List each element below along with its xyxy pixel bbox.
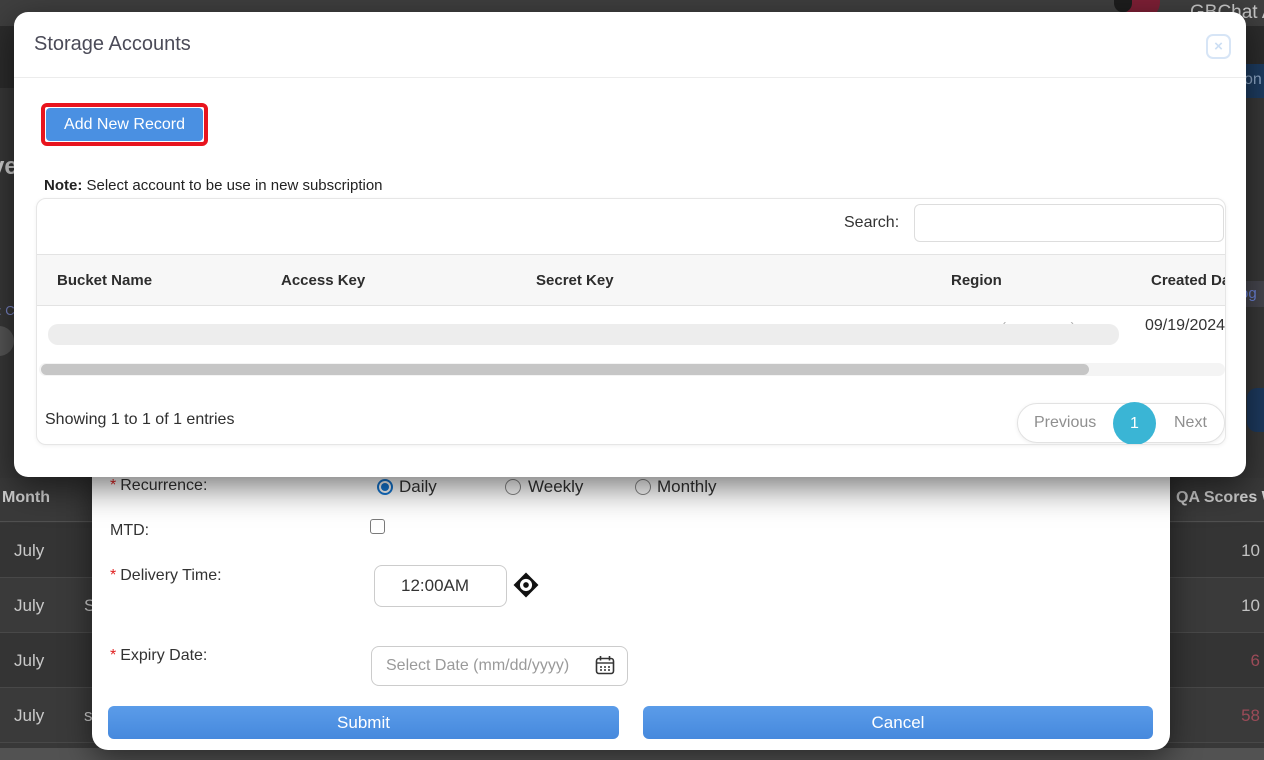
entries-info: Showing 1 to 1 of 1 entries [45, 411, 234, 429]
background-button-edge[interactable] [1247, 388, 1264, 432]
horizontal-scrollbar-thumb[interactable] [41, 364, 1089, 375]
calendar-icon[interactable] [595, 655, 615, 675]
column-header-month: Month [2, 489, 50, 507]
column-header-bucket-name: Bucket Name [57, 272, 152, 289]
created-date-cell: 09/19/2024 [1145, 317, 1226, 335]
month-cell: July [14, 541, 44, 561]
required-marker: * [110, 567, 116, 584]
background-text-fragment: : C [0, 303, 15, 318]
expiry-date-label: *Expiry Date: [110, 647, 207, 665]
search-label: Search: [844, 214, 899, 232]
submit-button[interactable]: Submit [108, 706, 619, 739]
radio-weekly[interactable] [505, 479, 521, 495]
note-text: Note: Select account to be use in new su… [44, 177, 383, 194]
next-page-button[interactable]: Next [1174, 414, 1207, 432]
note-label: Note: [44, 177, 82, 194]
expiry-date-input[interactable] [371, 646, 628, 686]
time-picker-icon[interactable] [513, 572, 539, 598]
previous-page-button[interactable]: Previous [1034, 414, 1096, 432]
current-page-button[interactable]: 1 [1113, 402, 1156, 445]
radio-weekly-label[interactable]: Weekly [528, 477, 583, 497]
subscription-form-modal: *Recurrence: Daily Weekly Monthly MTD: *… [92, 458, 1170, 750]
accounts-table-header: Bucket Name Access Key Secret Key Region… [37, 254, 1226, 306]
qa-value-cell: 10 [1190, 541, 1260, 561]
month-cell: July [14, 651, 44, 671]
account-row[interactable]: ( g ) 09/19/2024 [37, 306, 1226, 362]
mtd-checkbox[interactable] [370, 519, 385, 534]
radio-monthly[interactable] [635, 479, 651, 495]
qa-value-cell: 58 [1190, 706, 1260, 726]
required-marker: * [110, 647, 116, 664]
column-header-access-key: Access Key [281, 272, 365, 289]
mtd-label: MTD: [110, 522, 149, 540]
cancel-button[interactable]: Cancel [643, 706, 1153, 739]
close-icon[interactable]: × [1206, 34, 1231, 59]
month-cell: July [14, 706, 44, 726]
search-input[interactable] [914, 204, 1224, 242]
storage-accounts-modal: Storage Accounts × Add New Record Note: … [14, 12, 1246, 477]
background-avatar [0, 326, 14, 356]
month-cell: July [14, 596, 44, 616]
radio-monthly-label[interactable]: Monthly [657, 477, 717, 497]
column-header-secret-key: Secret Key [536, 272, 614, 289]
radio-daily[interactable] [377, 479, 393, 495]
delivery-time-label: *Delivery Time: [110, 567, 222, 585]
redacted-account-data [48, 324, 1119, 345]
header-divider [14, 77, 1246, 78]
pagination: Previous 1 Next [1017, 403, 1225, 443]
radio-daily-label[interactable]: Daily [399, 477, 437, 497]
qa-value-cell: 10 [1190, 596, 1260, 616]
required-marker: * [110, 477, 116, 494]
column-header-qa-scores: QA Scores W [1176, 489, 1264, 507]
column-header-created-date: Created Date [1151, 272, 1226, 289]
column-header-region: Region [951, 272, 1002, 289]
accounts-table-card: Search: Bucket Name Access Key Secret Ke… [36, 198, 1226, 445]
qa-value-cell: 6 [1190, 651, 1260, 671]
modal-title: Storage Accounts [34, 33, 191, 56]
delivery-time-input[interactable] [374, 565, 507, 607]
recurrence-label: *Recurrence: [110, 477, 207, 495]
add-new-record-button[interactable]: Add New Record [46, 108, 203, 141]
